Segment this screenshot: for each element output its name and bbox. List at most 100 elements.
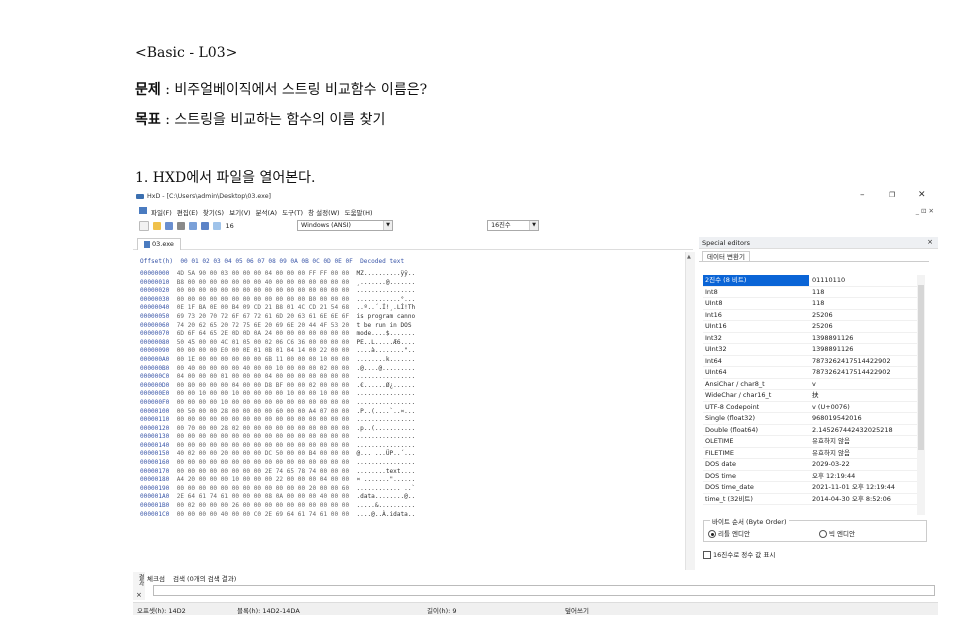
inspector-row[interactable]: UInt32 1398891126: [703, 344, 917, 356]
new-file-icon[interactable]: [139, 221, 149, 231]
data-inspector-grid[interactable]: 2진수 (8 비트) 01110110 Int8 118 UInt8 118 Int16 25…: [703, 275, 917, 505]
decoded-text[interactable]: .P..(....`..¤...: [356, 408, 415, 415]
inspector-row[interactable]: Double (float64) 2.14526744243202521​8: [703, 425, 917, 436]
decoded-text[interactable]: ................: [356, 442, 415, 449]
inspector-value[interactable]: 968019542016: [812, 413, 862, 424]
decoded-text[interactable]: ................: [356, 390, 415, 397]
big-endian-radio[interactable]: 빅 엔디안: [819, 528, 855, 538]
decoded-text[interactable]: ............ ..`: [356, 485, 415, 492]
inspector-row[interactable]: Int16 25206: [703, 310, 917, 321]
tab-03-exe[interactable]: 03.exe: [137, 238, 181, 250]
inspector-value[interactable]: 7873262417514422902: [812, 367, 891, 378]
maximize-button[interactable]: ❐: [889, 191, 895, 199]
menu-item[interactable]: 창 설정(W): [308, 209, 340, 217]
decoded-text[interactable]: .data........@..: [356, 493, 415, 500]
inspector-row[interactable]: UTF-8 Codepoint v (U+0076): [703, 402, 917, 413]
inspector-row[interactable]: AnsiChar / char8_t v: [703, 379, 917, 390]
hex-row[interactable]: 00000170 00 00 00 00 00 00 00 00 2E 74 6…: [140, 468, 415, 477]
inspector-value[interactable]: 01110110: [812, 275, 845, 286]
inspector-scrollbar[interactable]: [917, 275, 925, 515]
inspector-row[interactable]: DOS date 2029-03-22: [703, 459, 917, 471]
decoded-text[interactable]: ................: [356, 287, 415, 294]
menu-item[interactable]: 편집(E): [177, 209, 198, 217]
hex-row[interactable]: 000000E0 00 00 10 00 00 10 00 00 00 00 1…: [140, 390, 415, 399]
grid-icon[interactable]: [177, 222, 186, 230]
inspector-value[interactable]: 118: [812, 298, 824, 309]
minimize-button[interactable]: –: [860, 190, 865, 200]
inspector-value[interactable]: 오후 12:19:44: [812, 471, 855, 482]
hex-bytes[interactable]: 00 00 00 00 E0 00 0E 01 0B 01 04 14 00 2…: [177, 347, 349, 354]
hex-row[interactable]: 000001A0 2E 64 61 74 61 00 00 00 08 0A 0…: [140, 493, 415, 502]
inspector-row[interactable]: UInt64 7873262417514422902: [703, 367, 917, 379]
inspector-value[interactable]: 유효하지 않음: [812, 448, 850, 459]
decoded-text[interactable]: .p..(...........: [356, 425, 415, 432]
close-icon[interactable]: ×: [927, 238, 933, 246]
inspector-row[interactable]: Int64 7873262417514422902: [703, 356, 917, 367]
menu-item[interactable]: 도움말(H): [345, 209, 373, 217]
hex-bytes[interactable]: 00 00 00 00 10 00 00 00 00 00 00 00 00 0…: [177, 399, 349, 406]
decoded-text[interactable]: ........text....: [356, 468, 415, 475]
hex-row[interactable]: 00000150 40 02 00 00 20 00 00 00 DC 50 0…: [140, 450, 415, 459]
hex-rows[interactable]: 00000000 4D 5A 90 00 03 00 00 00 04 00 0…: [140, 270, 415, 519]
decoded-text[interactable]: @... ...ÜP..´...: [356, 450, 415, 457]
decoded-text[interactable]: ............°...: [356, 296, 415, 303]
decoded-text[interactable]: ....@..À.idata..: [356, 511, 415, 518]
hex-bytes[interactable]: A4 20 00 00 00 10 00 00 00 22 00 00 00 0…: [177, 476, 349, 483]
hex-row[interactable]: 000000A0 00 1E 00 00 00 00 00 00 6B 11 0…: [140, 356, 415, 365]
inspector-row[interactable]: Single (float32) 968019542016: [703, 413, 917, 425]
inspector-value[interactable]: v: [812, 379, 816, 390]
hex-row[interactable]: 00000000 4D 5A 90 00 03 00 00 00 04 00 0…: [140, 270, 415, 279]
inspector-value[interactable]: 25206: [812, 321, 833, 332]
decoded-text[interactable]: .€......Ø¿......: [356, 382, 415, 389]
offset-base-select[interactable]: 16진수 ▼: [487, 220, 540, 231]
hex-row[interactable]: 000000F0 00 00 00 00 10 00 00 00 00 00 0…: [140, 399, 415, 408]
decoded-text[interactable]: mode....$.......: [356, 330, 415, 337]
hex-bytes[interactable]: 50 45 00 00 4C 01 05 00 02 06 C6 36 00 0…: [177, 339, 349, 346]
inspector-value[interactable]: 1398891126: [812, 344, 853, 355]
hex-row[interactable]: 00000100 00 50 00 00 28 00 00 00 00 60 0…: [140, 408, 415, 417]
hex-bytes[interactable]: 00 00 00 00 00 00 00 00 00 00 00 00 00 0…: [177, 433, 349, 440]
inspector-value[interactable]: 2014-04-30 오후 8:52:06: [812, 494, 891, 505]
results-close-icon[interactable]: ×: [136, 591, 142, 599]
open-folder-icon[interactable]: [153, 222, 162, 230]
save-icon[interactable]: [165, 222, 174, 230]
decoded-text[interactable]: .....&..........: [356, 502, 415, 509]
decoded-text[interactable]: ................: [356, 416, 415, 423]
inspector-row[interactable]: FILETIME 유효하지 않음: [703, 448, 917, 459]
hex-row[interactable]: 000001C0 00 00 00 00 40 00 00 C0 2E 69 6…: [140, 511, 415, 520]
inner-window-controls[interactable]: _ ⊡ ✕: [916, 207, 934, 215]
inspector-row[interactable]: time_t (32비트) 2014-04-30 오후 8:52:06: [703, 494, 917, 505]
inspector-value[interactable]: 2.14526744243202521​8: [812, 425, 893, 436]
scroll-up-icon[interactable]: ▲: [687, 254, 691, 260]
hex-int-checkbox[interactable]: 16진수로 정수 값 표시: [703, 549, 775, 559]
hex-row[interactable]: 00000010 B8 00 00 00 00 00 00 00 40 00 0…: [140, 279, 415, 288]
decoded-text[interactable]: ¸.......@.......: [356, 279, 415, 286]
hex-row[interactable]: 00000130 00 00 00 00 00 00 00 00 00 00 0…: [140, 433, 415, 442]
hex-row[interactable]: 00000090 00 00 00 00 E0 00 0E 01 0B 01 0…: [140, 347, 415, 356]
tab-checksum[interactable]: 체크섬: [147, 575, 165, 583]
menu-item[interactable]: 파일(F): [151, 209, 172, 217]
hex-bytes[interactable]: 00 00 00 00 40 00 00 C0 2E 69 64 61 74 6…: [177, 511, 349, 518]
menu-item[interactable]: 찾기(S): [203, 209, 224, 217]
decoded-text[interactable]: ....à........"..: [356, 347, 415, 354]
inspector-value[interactable]: 25206: [812, 310, 833, 321]
hex-bytes[interactable]: 04 00 00 00 01 00 00 00 04 00 00 00 00 0…: [177, 373, 349, 380]
hex-row[interactable]: 00000020 00 00 00 00 00 00 00 00 00 00 0…: [140, 287, 415, 296]
inspector-value[interactable]: 유효하지 않음: [812, 436, 850, 447]
open-ram-icon[interactable]: [201, 222, 210, 230]
inspector-value[interactable]: 7873262417514422902: [812, 356, 891, 367]
inspector-row[interactable]: 2진수 (8 비트) 01110110: [703, 275, 917, 287]
decoded-text[interactable]: ................: [356, 373, 415, 380]
hex-bytes[interactable]: 00 00 00 00 00 00 00 00 00 00 00 00 00 0…: [177, 416, 349, 423]
inspector-row[interactable]: UInt8 118: [703, 298, 917, 310]
little-endian-radio[interactable]: 리틀 엔디안: [708, 528, 750, 538]
hex-row[interactable]: 00000040 0E 1F BA 0E 00 B4 09 CD 21 B8 0…: [140, 304, 415, 313]
decoded-text[interactable]: ................: [356, 399, 415, 406]
hex-row[interactable]: 00000180 A4 20 00 00 00 10 00 00 00 22 0…: [140, 476, 415, 485]
hex-row[interactable]: 00000160 00 00 00 00 00 00 00 00 00 00 0…: [140, 459, 415, 468]
hex-bytes[interactable]: 00 1E 00 00 00 00 00 00 6B 11 00 00 00 1…: [177, 356, 349, 363]
decoded-text[interactable]: ................: [356, 459, 415, 466]
hex-bytes[interactable]: 00 40 00 00 00 00 40 00 00 10 00 00 00 0…: [177, 365, 349, 372]
decoded-text[interactable]: MZ..........ÿÿ..: [356, 270, 415, 277]
hex-row[interactable]: 00000190 00 00 00 00 00 00 00 00 00 00 0…: [140, 485, 415, 494]
